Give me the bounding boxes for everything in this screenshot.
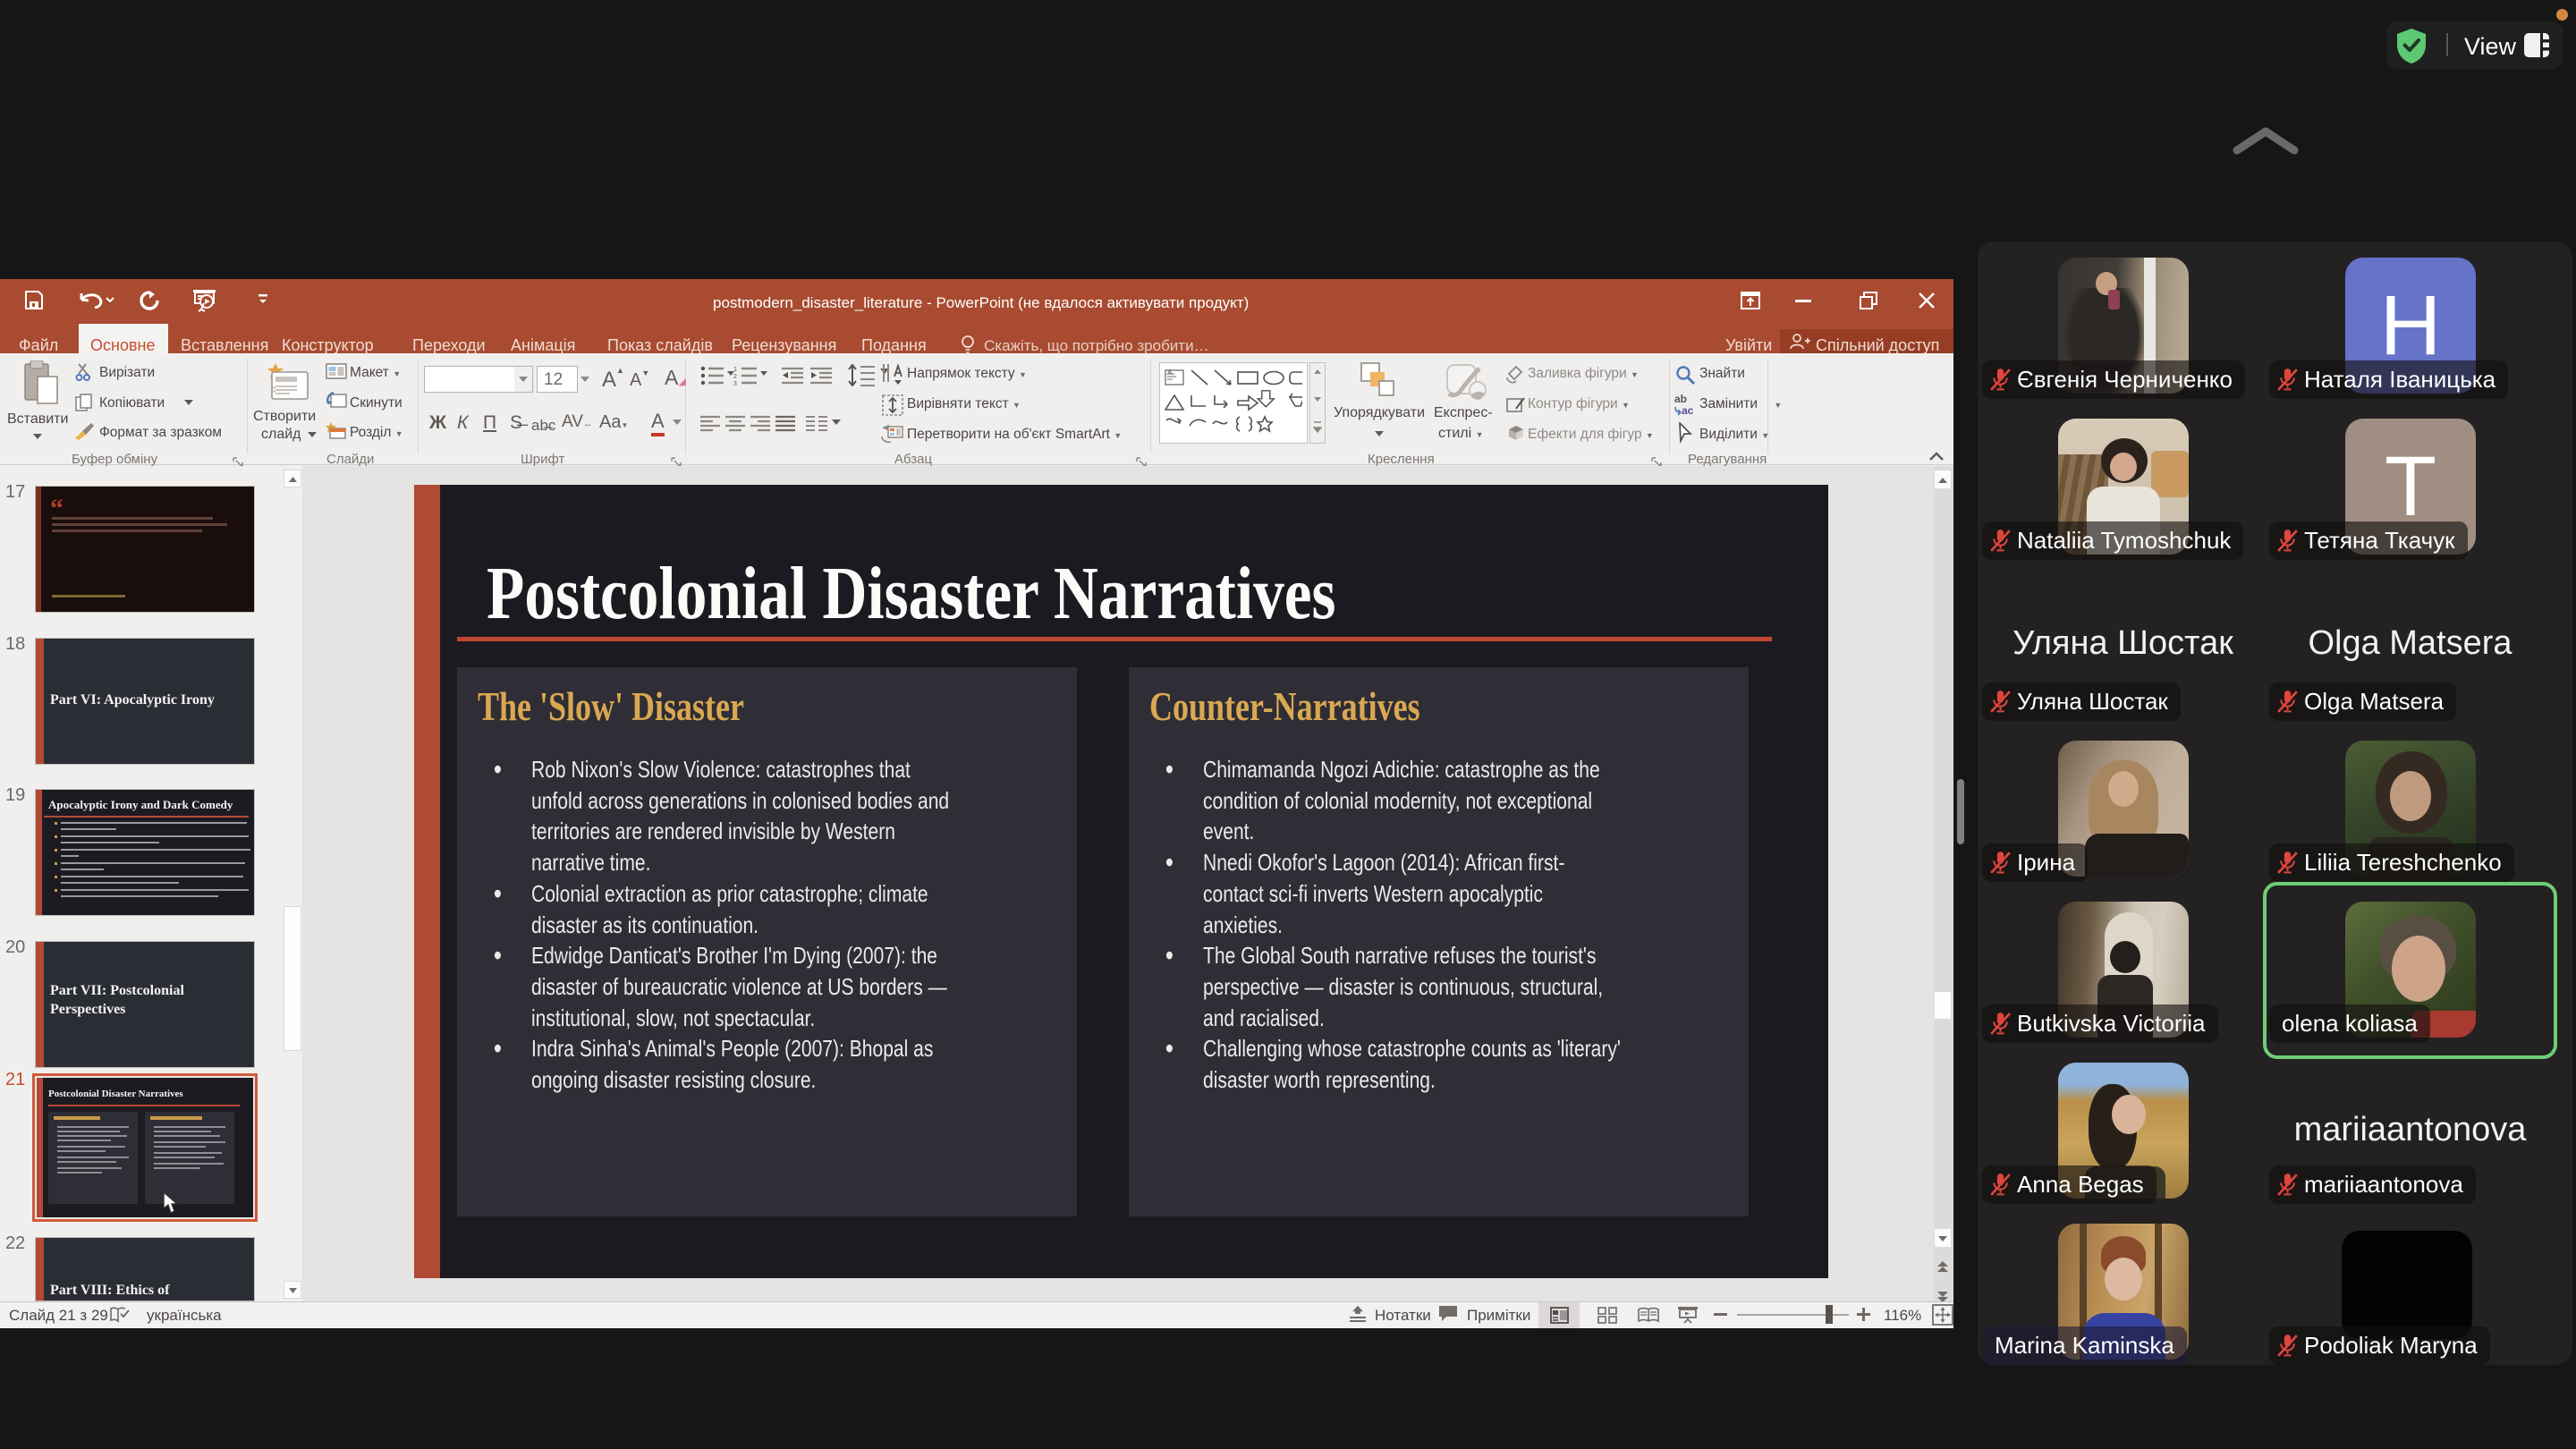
svg-text:1: 1 — [733, 367, 737, 373]
svg-text:3: 3 — [733, 381, 737, 386]
svg-text:ab: ab — [1674, 393, 1687, 405]
svg-text:A: A — [1167, 369, 1173, 377]
svg-text:ac: ac — [1682, 404, 1694, 416]
svg-text:2: 2 — [733, 374, 737, 380]
